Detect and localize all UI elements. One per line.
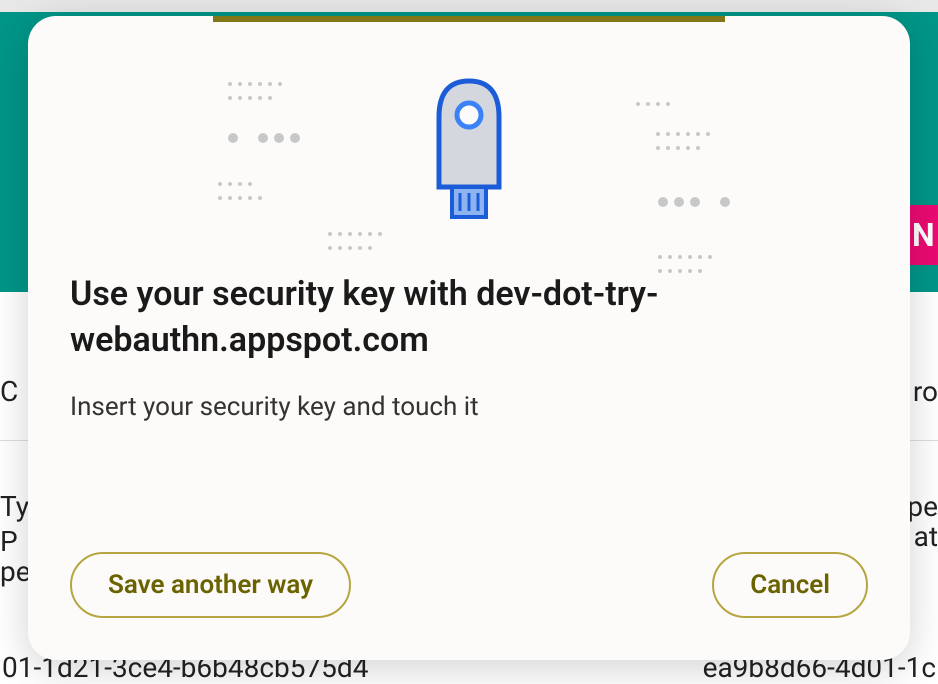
dialog-actions: Save another way Cancel [28, 522, 910, 660]
save-another-way-button[interactable]: Save another way [70, 552, 351, 618]
decorative-dots [656, 132, 710, 150]
bg-text-fragment: C [0, 375, 18, 408]
background-badge: N [908, 205, 938, 265]
decorative-dots [636, 102, 670, 106]
security-key-illustration [28, 22, 910, 272]
bg-text-fragment: pe [907, 490, 938, 523]
dialog-title: Use your security key with dev-dot-try-w… [70, 272, 868, 364]
decorative-dots [328, 232, 382, 250]
decorative-dots [228, 82, 300, 147]
bg-text-fragment: ro [913, 375, 938, 408]
decorative-dots [658, 192, 730, 273]
dialog-subtitle: Insert your security key and touch it [70, 392, 868, 422]
bg-text-fragment: Ty [0, 490, 29, 523]
bg-text-fragment: at [914, 520, 938, 553]
security-key-icon [419, 67, 519, 227]
cancel-button[interactable]: Cancel [712, 552, 868, 618]
bg-text-fragment: P [0, 525, 18, 558]
bg-text-fragment: pe [0, 555, 31, 588]
decorative-dots [218, 182, 262, 200]
dialog-content: Use your security key with dev-dot-try-w… [28, 272, 910, 522]
security-key-dialog: Use your security key with dev-dot-try-w… [28, 16, 910, 660]
